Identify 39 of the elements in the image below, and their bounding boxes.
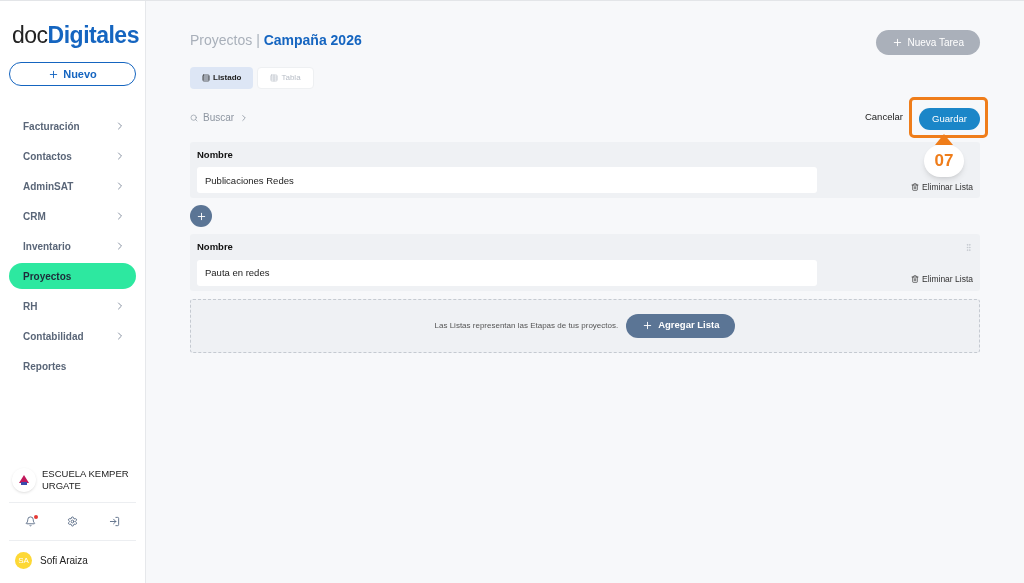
organization-name: ESCUELA KEMPER URGATE [42, 468, 130, 492]
input-field[interactable]: Publicaciones Redes [197, 167, 817, 194]
nav-item[interactable]: Contactos [9, 143, 136, 169]
nav-item[interactable]: Proyectos [9, 263, 136, 289]
user-name: Sofi Araiza [40, 554, 88, 568]
drag-handle-icon[interactable] [964, 242, 973, 252]
trash-icon [910, 275, 919, 284]
notification-icon[interactable] [24, 516, 36, 527]
delete-list-button[interactable]: Eliminar Lista [910, 272, 973, 286]
view-tab[interactable]: Listado [190, 67, 254, 89]
field-label: Nombre [197, 240, 233, 255]
plus-icon [195, 210, 207, 222]
page-title: Proyectos | Campaña 2026 [190, 31, 362, 50]
add-button[interactable] [190, 205, 212, 228]
plus-icon [48, 68, 60, 80]
delete-list-button[interactable]: Eliminar Lista [910, 180, 973, 194]
user-avatar: SA [15, 552, 32, 569]
nav-item[interactable]: Facturación [9, 113, 136, 139]
nav-item[interactable]: RH [9, 293, 136, 319]
plus-icon [892, 37, 904, 48]
nav-item[interactable]: Inventario [9, 233, 136, 259]
settings-icon[interactable] [67, 516, 78, 527]
search-icon [190, 113, 198, 122]
pointer-icon [935, 133, 953, 145]
plus-icon [642, 320, 654, 331]
hint-text: Las Listas representan las Etapas de tus proyectos. [434, 319, 619, 332]
field-label: Nombre [197, 148, 233, 162]
logo: docDigitales [12, 21, 140, 49]
nav-item[interactable]: Reportes [9, 353, 136, 379]
logout-icon[interactable] [109, 516, 121, 527]
input-field[interactable]: Pauta en redes [197, 259, 817, 286]
add-list-button[interactable]: Agregar Lista [626, 313, 736, 338]
nav-item[interactable]: AdminSAT [9, 173, 136, 199]
trash-icon [910, 182, 919, 191]
nav-item[interactable]: Contabilidad [9, 323, 136, 349]
logo-icon [18, 474, 30, 486]
nav-item[interactable]: CRM [9, 203, 136, 229]
save-button[interactable]: Guardar [919, 108, 980, 131]
cancel-button[interactable]: Cancelar [862, 110, 905, 125]
